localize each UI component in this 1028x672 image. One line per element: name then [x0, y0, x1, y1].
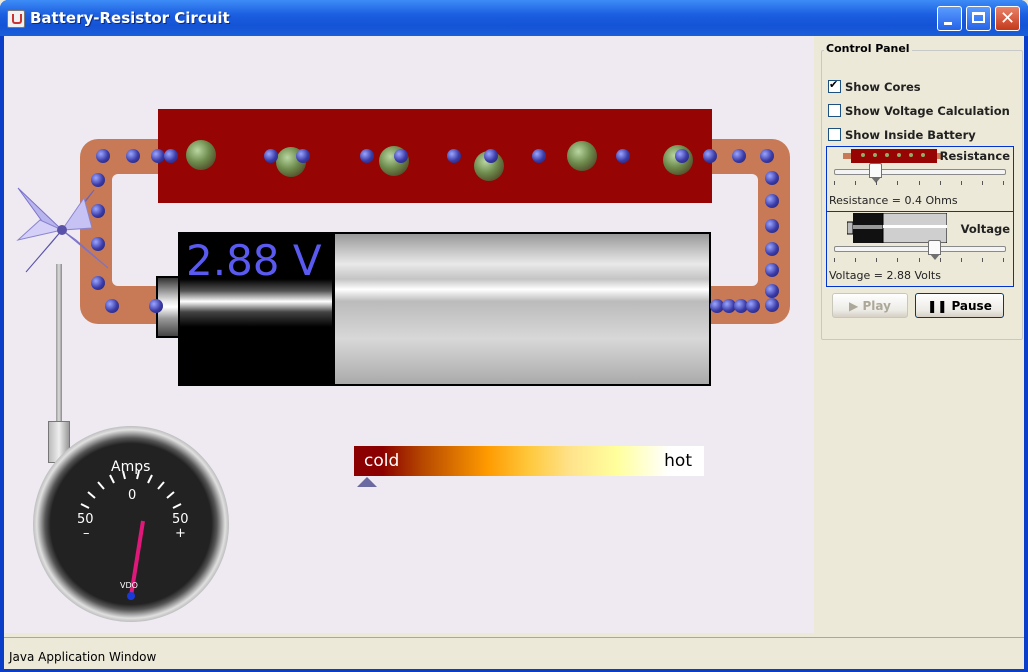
show-cores-label: Show Cores — [845, 80, 921, 94]
electron — [765, 219, 779, 233]
electron — [616, 149, 630, 163]
voltage-slider-track[interactable] — [834, 246, 1006, 252]
electron — [765, 171, 779, 185]
ammeter-center-value: 0 — [128, 488, 137, 503]
electron — [765, 194, 779, 208]
electron — [675, 149, 689, 163]
ammeter-left-value: 50 — [77, 512, 94, 527]
resistance-label: Resistance — [939, 149, 1010, 163]
voltage-slider-ticks — [834, 258, 1004, 262]
pinwheel-icon — [16, 187, 109, 273]
electron — [91, 276, 105, 290]
voltage-readout: Voltage = 2.88 Volts — [829, 269, 941, 282]
heat-bar-hot-label: hot — [664, 451, 692, 471]
ammeter-brand: VDO — [120, 581, 138, 590]
battery-voltage-label: 2.88 V — [186, 236, 322, 285]
electron — [703, 149, 717, 163]
play-button[interactable]: ▶ Play — [832, 293, 908, 318]
heat-bar-cold-label: cold — [364, 451, 400, 471]
java-cup-icon — [7, 10, 25, 28]
battery-icon — [847, 213, 947, 243]
pause-icon: ❚❚ — [927, 299, 948, 313]
electron — [447, 149, 461, 163]
close-icon: ✕ — [999, 8, 1016, 29]
electron — [360, 149, 374, 163]
voltage-control: Voltage Voltage = 2.88 Volts — [826, 211, 1014, 287]
resistance-slider-thumb[interactable] — [869, 163, 882, 183]
ammeter-dial-icon — [80, 470, 182, 600]
electron — [394, 149, 408, 163]
show-inside-battery-label: Show Inside Battery — [845, 128, 976, 142]
resistor-icon — [843, 149, 943, 163]
close-button[interactable]: ✕ — [995, 6, 1020, 31]
electron — [765, 263, 779, 277]
resistance-control: Resistance Resistance = 0.4 Ohms — [826, 146, 1014, 212]
electron — [264, 149, 278, 163]
electron — [296, 149, 310, 163]
electron — [732, 149, 746, 163]
maximize-icon — [972, 12, 985, 23]
checkbox-icon[interactable] — [828, 104, 841, 117]
status-text: Java Application Window — [9, 650, 157, 664]
client-area: 2.88 V Amps 50 – 0 50 + VDO cold hot Con… — [4, 36, 1024, 669]
electron — [126, 149, 140, 163]
show-voltage-calculation-checkbox[interactable]: Show Voltage Calculation — [828, 104, 1010, 118]
electron — [149, 299, 163, 313]
ammeter-left-sign: – — [83, 526, 90, 541]
core — [567, 141, 597, 171]
electron — [96, 149, 110, 163]
electron — [532, 149, 546, 163]
minimize-button[interactable] — [937, 6, 962, 31]
control-panel: Control Panel Show Cores Show Voltage Ca… — [814, 36, 1024, 633]
electron — [746, 299, 760, 313]
checkbox-checked-icon[interactable] — [828, 78, 841, 93]
play-icon: ▶ — [849, 299, 859, 313]
core — [186, 140, 216, 170]
pause-button[interactable]: ❚❚ Pause — [915, 293, 1004, 318]
voltage-label: Voltage — [960, 222, 1010, 236]
ammeter: Amps 50 – 0 50 + VDO — [33, 426, 229, 622]
pause-label: Pause — [951, 299, 992, 313]
electron — [760, 149, 774, 163]
electron — [105, 299, 119, 313]
electron — [765, 242, 779, 256]
title-bar[interactable]: Battery-Resistor Circuit ✕ — [0, 0, 1028, 36]
show-cores-checkbox[interactable]: Show Cores — [828, 78, 921, 94]
checkbox-icon[interactable] — [828, 128, 841, 141]
play-label: Play — [862, 299, 891, 313]
application-window: Battery-Resistor Circuit ✕ 2.88 V Amps 5… — [0, 0, 1028, 672]
maximize-button[interactable] — [966, 6, 991, 31]
heat-level-marker — [357, 477, 377, 487]
electron — [151, 149, 165, 163]
electron — [765, 284, 779, 298]
show-inside-battery-checkbox[interactable]: Show Inside Battery — [828, 128, 976, 142]
heat-bar: cold hot — [354, 446, 704, 476]
electron — [765, 298, 779, 312]
simulation-canvas: 2.88 V Amps 50 – 0 50 + VDO cold hot — [4, 36, 814, 633]
window-title: Battery-Resistor Circuit — [30, 9, 230, 27]
ammeter-right-sign: + — [175, 526, 186, 541]
ammeter-title: Amps — [111, 459, 151, 475]
status-bar: Java Application Window — [4, 637, 1024, 669]
voltage-slider-thumb[interactable] — [928, 240, 941, 260]
ammeter-right-value: 50 — [172, 512, 189, 527]
resistance-slider-ticks — [834, 181, 1004, 185]
electron — [164, 149, 178, 163]
electron — [484, 149, 498, 163]
resistance-readout: Resistance = 0.4 Ohms — [829, 194, 958, 207]
battery-positive-end — [333, 232, 711, 386]
resistance-slider-track[interactable] — [834, 169, 1006, 175]
pinwheel-stick — [56, 264, 62, 434]
show-voltage-calculation-label: Show Voltage Calculation — [845, 104, 1010, 118]
minimize-icon — [944, 22, 952, 25]
control-panel-title: Control Panel — [824, 42, 912, 55]
